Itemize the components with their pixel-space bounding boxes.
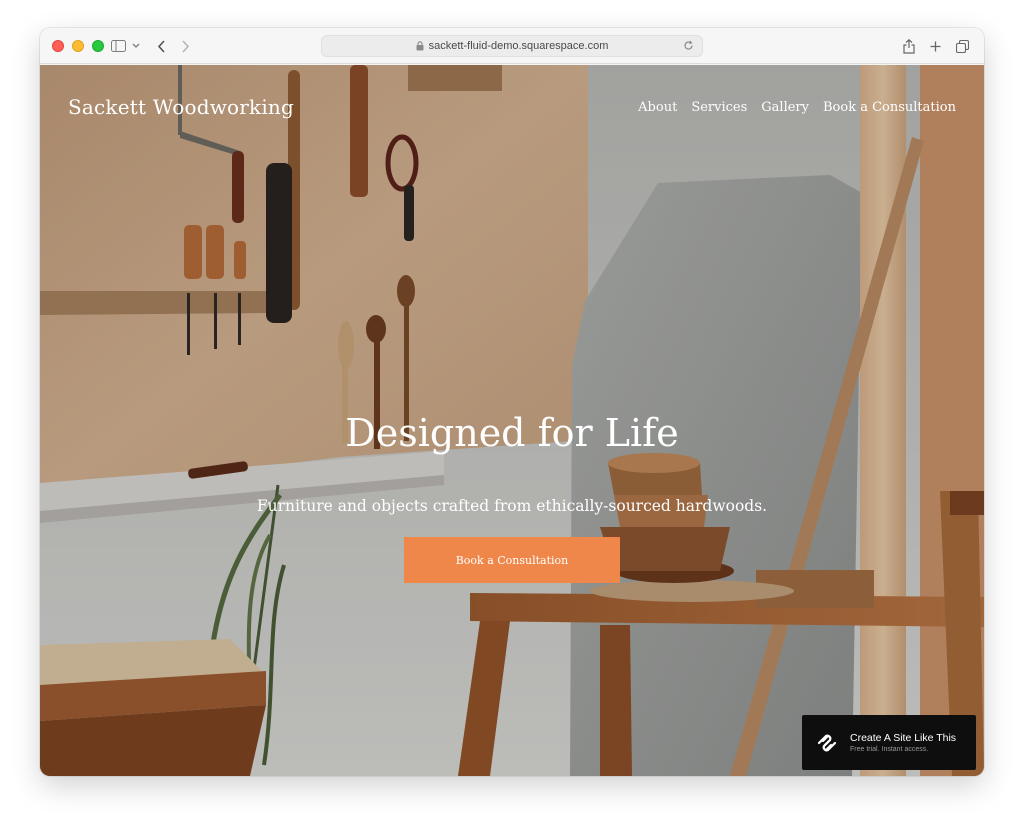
lock-icon: [416, 41, 424, 51]
badge-title: Create A Site Like This: [850, 732, 957, 744]
create-site-badge[interactable]: Create A Site Like This Free trial. Inst…: [802, 715, 976, 770]
chevron-down-icon[interactable]: [131, 37, 141, 55]
browser-window: sackett-fluid-demo.squarespace.com Sacke…: [40, 28, 984, 776]
main-nav: About Services Gallery Book a Consultati…: [638, 100, 956, 115]
book-consultation-button[interactable]: Book a Consultation: [404, 537, 620, 583]
zoom-window-button[interactable]: [92, 40, 104, 52]
nav-link-book-consultation[interactable]: Book a Consultation: [823, 100, 956, 115]
badge-text: Create A Site Like This Free trial. Inst…: [850, 732, 956, 753]
hero-subheadline: Furniture and objects crafted from ethic…: [256, 497, 768, 515]
address-bar-url: sackett-fluid-demo.squarespace.com: [428, 40, 609, 52]
badge-subtitle: Free trial. Instant access.: [850, 746, 929, 753]
nav-link-about[interactable]: About: [638, 100, 677, 115]
back-icon[interactable]: [154, 37, 168, 55]
site-title[interactable]: Sackett Woodworking: [68, 95, 294, 119]
new-tab-icon[interactable]: [928, 37, 942, 55]
reload-icon[interactable]: [683, 40, 694, 54]
hero-headline: Designed for Life: [345, 411, 679, 455]
forward-icon[interactable]: [178, 37, 192, 55]
close-window-button[interactable]: [52, 40, 64, 52]
minimize-window-button[interactable]: [72, 40, 84, 52]
window-controls: [52, 40, 104, 52]
nav-link-gallery[interactable]: Gallery: [761, 100, 809, 115]
website-page: Sackett Woodworking About Services Galle…: [40, 65, 984, 776]
squarespace-logo-icon: [817, 734, 837, 751]
nav-link-services[interactable]: Services: [691, 100, 747, 115]
browser-toolbar: sackett-fluid-demo.squarespace.com: [40, 28, 984, 64]
tab-overview-icon[interactable]: [954, 37, 970, 55]
address-bar[interactable]: sackett-fluid-demo.squarespace.com: [321, 35, 703, 57]
sidebar-icon[interactable]: [110, 37, 126, 55]
share-icon[interactable]: [902, 37, 916, 55]
